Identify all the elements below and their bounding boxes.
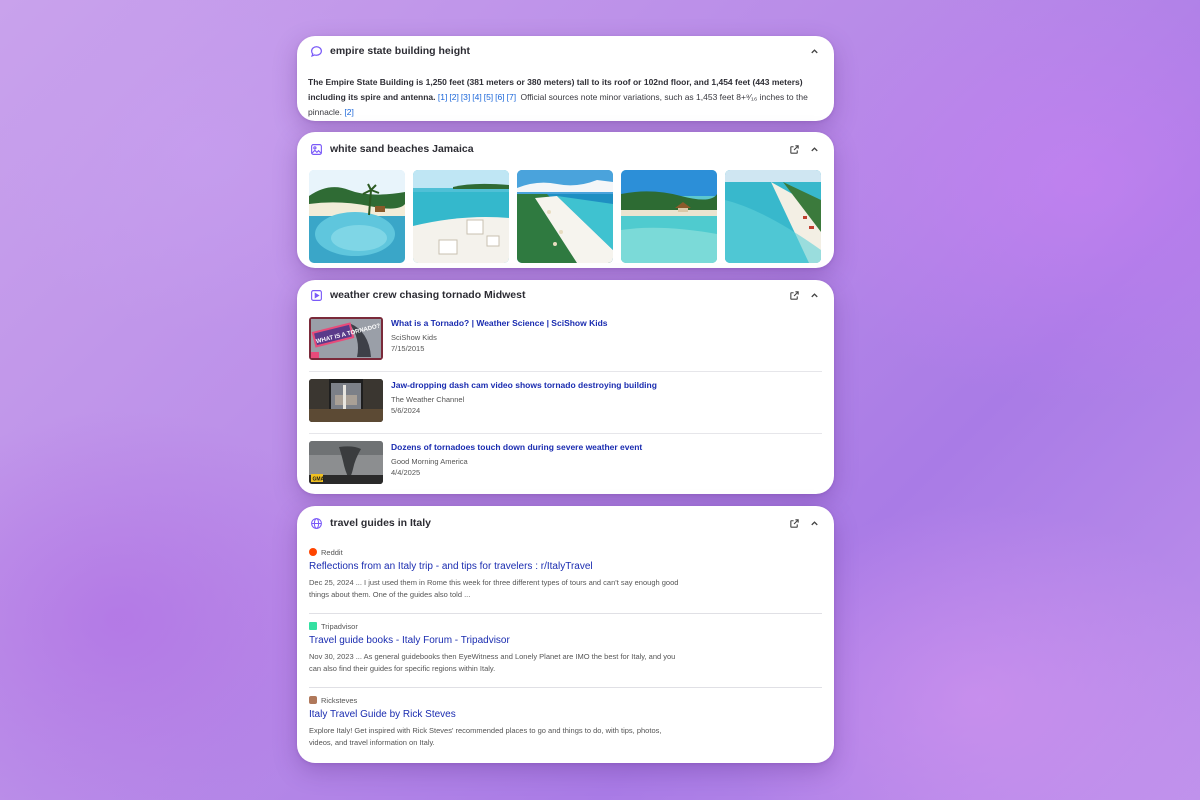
beach-image-1[interactable] [309, 170, 405, 263]
chevron-up-icon[interactable] [808, 517, 820, 529]
image-row [297, 166, 834, 263]
chevron-up-icon[interactable] [808, 45, 820, 57]
globe-icon [309, 516, 323, 530]
result-source: Tripadvisor [321, 621, 358, 631]
web-results-card: travel guides in Italy Reddit Reflection… [297, 506, 834, 763]
chevron-up-icon[interactable] [808, 289, 820, 301]
beach-image-5[interactable] [725, 170, 821, 263]
citation-link[interactable]: [7] [507, 92, 516, 102]
video-title[interactable]: Dozens of tornadoes touch down during se… [391, 442, 642, 453]
video-channel: Good Morning America [391, 457, 468, 466]
citation-link[interactable]: [2] [344, 107, 353, 117]
result-source: Ricksteves [321, 695, 358, 705]
video-results-card: weather crew chasing tornado Midwest WHA… [297, 280, 834, 494]
card-header: weather crew chasing tornado Midwest [297, 280, 834, 310]
result-snippet: Dec 25, 2024 ... I just used them in Rom… [309, 578, 679, 599]
thumb-text: GMA [313, 477, 325, 483]
video-date: 5/6/2024 [391, 406, 421, 415]
citation-link[interactable]: [1] [438, 92, 447, 102]
reddit-favicon-icon [309, 548, 317, 556]
external-link-icon[interactable] [788, 289, 800, 301]
result-title-link[interactable]: Reflections from an Italy trip - and tip… [309, 560, 822, 574]
external-link-icon[interactable] [788, 143, 800, 155]
video-title[interactable]: What is a Tornado? | Weather Science | S… [391, 318, 608, 329]
web-result[interactable]: Reddit Reflections from an Italy trip - … [309, 540, 822, 614]
result-source: Reddit [321, 547, 343, 557]
video-thumbnail[interactable]: GMA [309, 441, 383, 484]
citation-group: [1] [2] [3] [4] [5] [6] [7] [438, 92, 518, 102]
image-results-card: white sand beaches Jamaica [297, 132, 834, 268]
ricksteves-favicon-icon [309, 696, 317, 704]
query-title: empire state building height [330, 45, 471, 57]
text-answer-card: empire state building height The Empire … [297, 36, 834, 121]
video-play-icon [309, 288, 323, 302]
image-icon [309, 142, 323, 156]
citation-group: [2] [344, 107, 355, 117]
beach-image-3[interactable] [517, 170, 613, 263]
answer-text: The Empire State Building is 1,250 feet … [297, 64, 834, 120]
result-title-link[interactable]: Italy Travel Guide by Rick Steves [309, 708, 822, 722]
citation-link[interactable]: [3] [461, 92, 470, 102]
external-link-icon[interactable] [788, 517, 800, 529]
video-channel: SciShow Kids [391, 333, 437, 342]
beach-image-2[interactable] [413, 170, 509, 263]
video-thumbnail[interactable]: WHAT IS A TORNADO? [309, 317, 383, 360]
chat-bubble-icon [309, 44, 323, 58]
video-title[interactable]: Jaw-dropping dash cam video shows tornad… [391, 380, 657, 391]
web-result[interactable]: Ricksteves Italy Travel Guide by Rick St… [309, 688, 822, 762]
query-title: white sand beaches Jamaica [330, 143, 474, 155]
video-channel: The Weather Channel [391, 395, 465, 404]
card-header: travel guides in Italy [297, 506, 834, 540]
video-item[interactable]: Jaw-dropping dash cam video shows tornad… [309, 372, 822, 434]
video-item[interactable]: GMA Dozens of tornadoes touch down durin… [309, 434, 822, 494]
video-list: WHAT IS A TORNADO? What is a Tornado? | … [297, 310, 834, 494]
video-date: 7/15/2015 [391, 344, 425, 353]
result-snippet: Nov 30, 2023 ... As general guidebooks t… [309, 652, 676, 673]
tripadvisor-favicon-icon [309, 622, 317, 630]
video-thumbnail[interactable] [309, 379, 383, 422]
chevron-up-icon[interactable] [808, 143, 820, 155]
query-title: weather crew chasing tornado Midwest [330, 289, 526, 301]
citation-link[interactable]: [6] [495, 92, 504, 102]
citation-link[interactable]: [4] [472, 92, 481, 102]
web-result[interactable]: Tripadvisor Travel guide books - Italy F… [309, 614, 822, 688]
query-title: travel guides in Italy [330, 517, 431, 529]
card-header: empire state building height [297, 36, 834, 64]
result-snippet: Explore Italy! Get inspired with Rick St… [309, 726, 662, 747]
citation-link[interactable]: [5] [484, 92, 493, 102]
citation-link[interactable]: [2] [449, 92, 458, 102]
video-date: 4/4/2025 [391, 468, 421, 477]
beach-image-4[interactable] [621, 170, 717, 263]
web-result-list: Reddit Reflections from an Italy trip - … [297, 540, 834, 762]
result-title-link[interactable]: Travel guide books - Italy Forum - Tripa… [309, 634, 822, 648]
video-item[interactable]: WHAT IS A TORNADO? What is a Tornado? | … [309, 310, 822, 372]
card-header: white sand beaches Jamaica [297, 132, 834, 166]
